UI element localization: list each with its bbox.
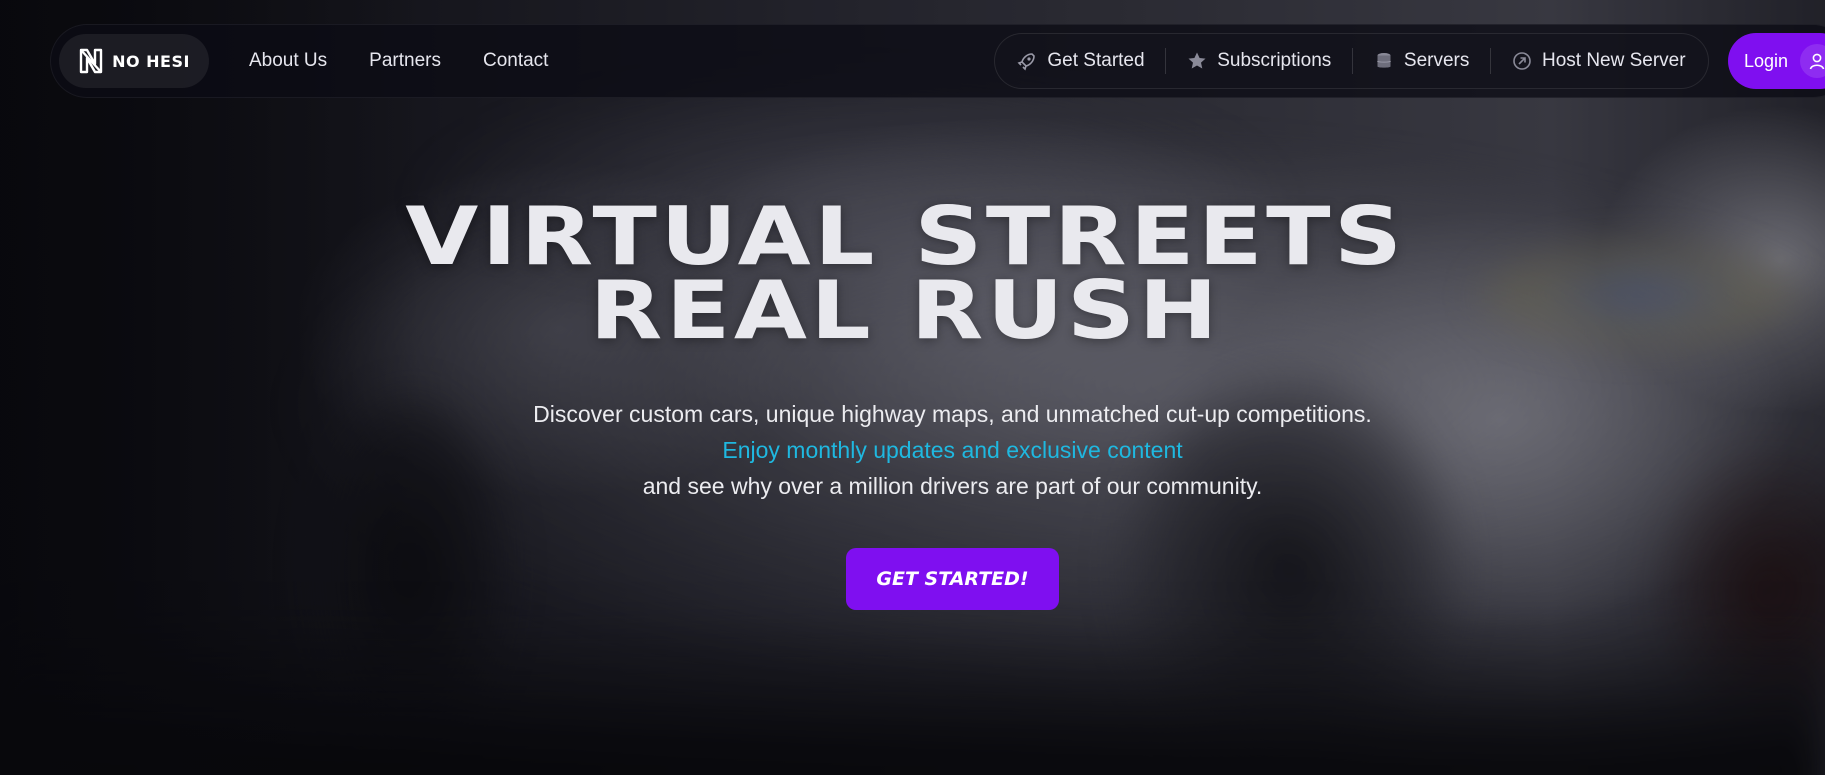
divider: [1490, 48, 1492, 74]
rocket-icon: [1017, 53, 1036, 71]
nav-link-about-us[interactable]: About Us: [249, 50, 327, 72]
top-navbar: NO HESI About Us Partners Contact Get St…: [50, 24, 1825, 98]
nav-action-pill: Get Started Subscriptions Servers Host N…: [994, 33, 1709, 89]
nav-link-partners[interactable]: Partners: [369, 50, 441, 72]
divider: [1352, 48, 1354, 74]
nav-get-started[interactable]: Get Started: [1017, 50, 1145, 72]
hero-title: VIRTUAL STREETS REAL RUSH: [0, 190, 1825, 357]
nav-host-new-server-label: Host New Server: [1541, 50, 1686, 71]
nav-servers-label: Servers: [1403, 50, 1470, 71]
brand-logo-link[interactable]: NO HESI: [59, 34, 209, 88]
hero-subtitle-highlight: Enjoy monthly updates and exclusive cont…: [722, 437, 1183, 463]
database-icon: [1376, 53, 1391, 68]
nav-servers[interactable]: Servers: [1374, 50, 1469, 72]
hero-title-line-1: VIRTUAL STREETS: [405, 190, 1406, 283]
hero-subtitle-line-1: Discover custom cars, unique highway map…: [533, 401, 1372, 427]
hero-title-line-2: REAL RUSH: [589, 264, 1222, 357]
hero-section: NO HESI About Us Partners Contact Get St…: [0, 0, 1825, 775]
nav-subscriptions[interactable]: Subscriptions: [1187, 50, 1331, 72]
nav-subscriptions-label: Subscriptions: [1217, 50, 1332, 71]
background-overlay: [0, 0, 1825, 775]
arrow-circle-icon: [1513, 52, 1531, 70]
hero-subtitle: Discover custom cars, unique highway map…: [0, 396, 1825, 504]
nav-host-new-server[interactable]: Host New Server: [1512, 50, 1686, 72]
login-label: Login: [1744, 50, 1789, 71]
nav-links: About Us Partners Contact: [249, 50, 548, 72]
hero-subtitle-line-3: and see why over a million drivers are p…: [642, 473, 1263, 499]
user-icon: [1800, 44, 1825, 78]
divider: [1165, 48, 1167, 74]
brand-name: NO HESI: [112, 51, 190, 71]
nav-link-contact[interactable]: Contact: [483, 50, 548, 72]
nohesi-logo-icon: [79, 48, 103, 74]
get-started-button[interactable]: GET STARTED!: [846, 548, 1059, 610]
login-button[interactable]: Login: [1728, 33, 1825, 89]
nav-get-started-label: Get Started: [1047, 50, 1145, 71]
star-icon: [1188, 52, 1206, 69]
